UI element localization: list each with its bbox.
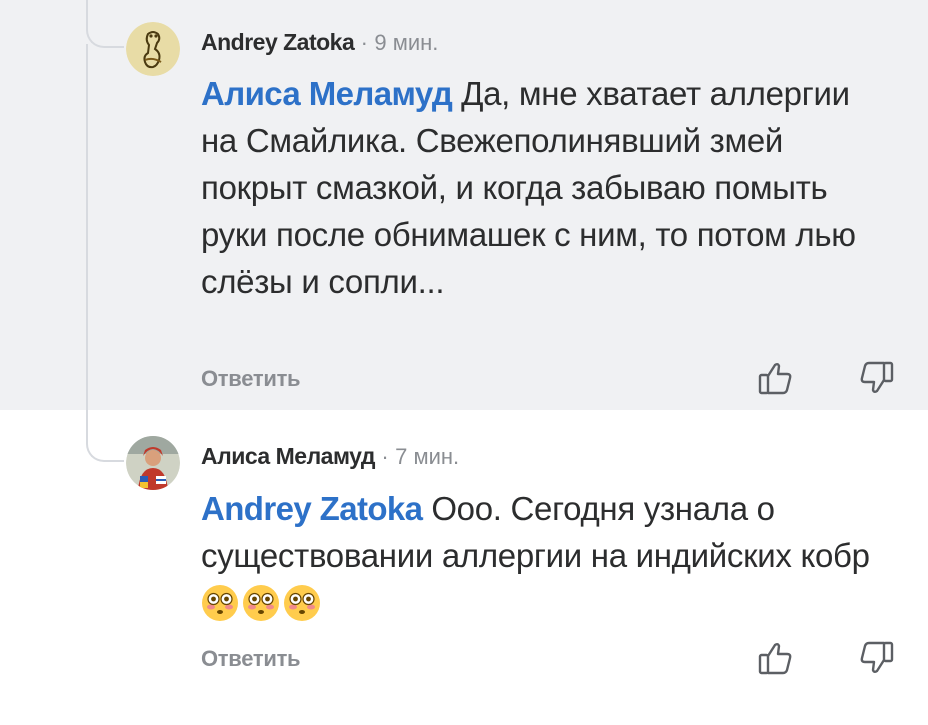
time-separator: · xyxy=(360,30,368,55)
comment-time[interactable]: 7 мин. xyxy=(395,444,459,469)
comment-meta: Алиса Меламуд · 7 мин. xyxy=(201,443,459,470)
comment-meta: Andrey Zatoka · 9 мин. xyxy=(201,29,438,56)
comment-author[interactable]: Алиса Меламуд xyxy=(201,443,376,469)
thumb-down-icon[interactable] xyxy=(856,638,896,678)
flushed-face-emoji xyxy=(201,584,239,622)
emoji-group xyxy=(201,584,324,621)
reply-button[interactable]: Ответить xyxy=(201,366,301,392)
flushed-face-emoji xyxy=(242,584,280,622)
comment-text: Алиса Меламуд Да, мне хватает аллергии н… xyxy=(201,70,891,305)
thumb-down-icon[interactable] xyxy=(856,358,896,398)
thread-line xyxy=(86,410,88,434)
comment-text: Andrey Zatoka Ооо. Сегодня узнала о суще… xyxy=(201,485,891,626)
thread-connector xyxy=(86,434,124,462)
thread-line xyxy=(86,0,88,20)
comment-author[interactable]: Andrey Zatoka xyxy=(201,29,355,55)
thread-connector xyxy=(86,20,124,48)
comment-time[interactable]: 9 мин. xyxy=(374,30,438,55)
avatar[interactable] xyxy=(126,22,180,76)
avatar[interactable] xyxy=(126,436,180,490)
mention-link[interactable]: Алиса Меламуд xyxy=(201,75,453,112)
thumb-up-icon[interactable] xyxy=(756,358,796,398)
comment-1: Andrey Zatoka · 9 мин. Алиса Меламуд Да,… xyxy=(0,0,928,410)
thumb-up-icon[interactable] xyxy=(756,638,796,678)
mention-link[interactable]: Andrey Zatoka xyxy=(201,490,423,527)
thread-line xyxy=(86,44,88,410)
reply-button[interactable]: Ответить xyxy=(201,646,301,672)
comment-2: Алиса Меламуд · 7 мин. Andrey Zatoka Ооо… xyxy=(0,410,928,725)
time-separator: · xyxy=(381,444,389,469)
flushed-face-emoji xyxy=(283,584,321,622)
